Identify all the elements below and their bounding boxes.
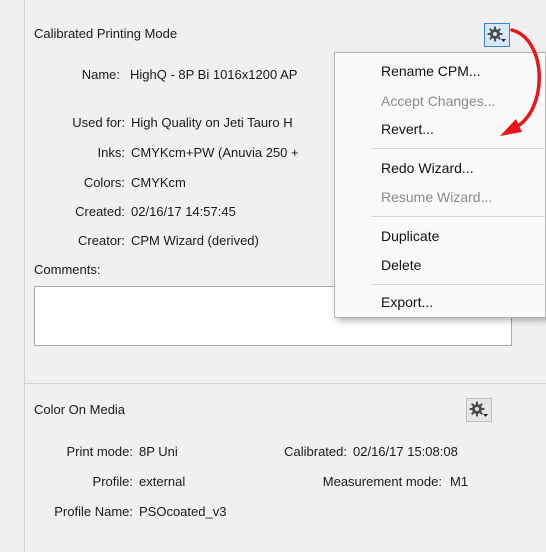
creator-value: CPM Wizard (derived) (131, 233, 259, 248)
comments-label: Comments: (34, 262, 101, 277)
profile-value: external (139, 474, 186, 489)
print-mode-value: 8P Uni (139, 444, 178, 459)
gear-dropdown-icon (487, 26, 506, 42)
used-for-label: Used for: (72, 115, 125, 130)
menu-item-delete[interactable]: Delete (381, 257, 421, 273)
menu-item-rename-cpm[interactable]: Rename CPM... (381, 63, 481, 79)
calibrated-value: 02/16/17 15:08:08 (353, 444, 458, 459)
measurement-mode-label: Measurement mode: (322, 474, 442, 489)
gear-dropdown-icon (469, 401, 488, 417)
inks-label: Inks: (97, 145, 125, 160)
cpm-gear-button[interactable] (484, 23, 510, 47)
measurement-mode-value: M1 (450, 474, 469, 489)
menu-item-revert[interactable]: Revert... (381, 121, 434, 137)
profile-name-label: Profile Name: (54, 504, 133, 519)
menu-item-duplicate[interactable]: Duplicate (381, 228, 439, 244)
com-gear-button[interactable] (466, 398, 492, 422)
inks-value: CMYKcm+PW (Anuvia 250 + (131, 145, 299, 160)
calibrated-label: Calibrated: (284, 444, 347, 459)
menu-item-redo-wizard[interactable]: Redo Wizard... (381, 160, 474, 176)
print-mode-label: Print mode: (66, 444, 133, 459)
com-section-title: Color On Media (34, 402, 126, 417)
name-value: HighQ - 8P Bi 1016x1200 AP (130, 67, 298, 82)
menu-separator (371, 216, 546, 217)
created-value: 02/16/17 14:57:45 (131, 204, 236, 219)
menu-separator (371, 284, 546, 285)
colors-label: Colors: (83, 175, 125, 190)
used-for-value: High Quality on Jeti Tauro H (131, 115, 293, 130)
profile-name-value: PSOcoated_v3 (139, 504, 227, 519)
profile-label: Profile: (92, 474, 133, 489)
menu-item-accept-changes: Accept Changes... (381, 93, 496, 109)
colors-value: CMYKcm (131, 175, 186, 190)
menu-item-export[interactable]: Export... (381, 294, 433, 310)
cpm-section-title: Calibrated Printing Mode (34, 26, 178, 41)
menu-item-resume-wizard: Resume Wizard... (381, 189, 493, 205)
gear-context-menu: Rename CPM... Accept Changes... Revert..… (334, 52, 546, 318)
creator-label: Creator: (78, 233, 125, 248)
section-divider (24, 383, 546, 384)
menu-separator (371, 148, 546, 149)
created-label: Created: (75, 204, 125, 219)
name-label: Name: (81, 67, 120, 82)
